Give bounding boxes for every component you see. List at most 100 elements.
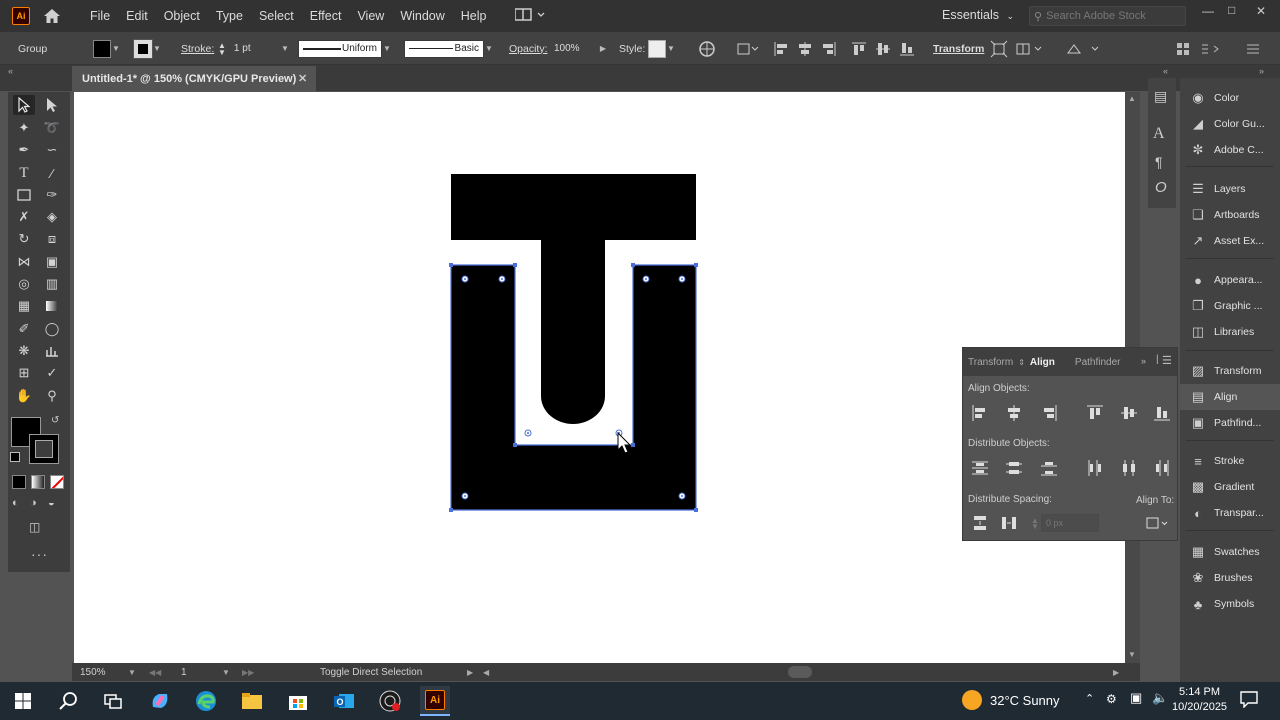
puppet-warp-icon[interactable] bbox=[1066, 32, 1102, 65]
horizontal-scroll-thumb[interactable] bbox=[788, 666, 812, 678]
align-bottom-icon[interactable] bbox=[1153, 404, 1171, 422]
dock-item-swatches[interactable]: ▦ Swatches bbox=[1180, 539, 1280, 565]
chevron-down-icon[interactable]: ▼ bbox=[152, 44, 162, 53]
eraser-tool-icon[interactable]: ◈ bbox=[41, 207, 63, 227]
dock-item-graphic-styles[interactable]: ❐ Graphic ... bbox=[1180, 293, 1280, 319]
panel-menu-icon[interactable] bbox=[1246, 32, 1260, 65]
clock[interactable]: 5:14 PM 10/20/2025 bbox=[1172, 685, 1227, 715]
envelope-icon[interactable] bbox=[1015, 32, 1045, 65]
mesh-tool-icon[interactable]: ▦ bbox=[13, 296, 35, 316]
tab-transform[interactable]: Transform bbox=[963, 357, 1018, 368]
expand-panels-icon[interactable]: » bbox=[1259, 66, 1264, 76]
brush-select[interactable]: Basic bbox=[404, 39, 484, 58]
draw-normal-icon[interactable]: ◐ bbox=[12, 497, 19, 509]
draw-inside-icon[interactable]: ◒ bbox=[48, 497, 55, 509]
t-crossbar[interactable] bbox=[451, 174, 696, 240]
dock-item-transparency[interactable]: ◐ Transpar... bbox=[1180, 500, 1280, 526]
stroke-color-box[interactable] bbox=[29, 434, 59, 464]
tab-stepper-icon[interactable]: ⇕ bbox=[1018, 358, 1025, 367]
chevron-down-icon[interactable]: ▼ bbox=[666, 44, 676, 53]
artboard-tool-icon[interactable]: ⊞ bbox=[13, 363, 35, 383]
dock-item-layers[interactable]: ☰ Layers bbox=[1180, 176, 1280, 202]
align-vcenter-icon[interactable] bbox=[875, 32, 891, 65]
tab-pathfinder[interactable]: Pathfinder bbox=[1070, 357, 1126, 368]
scroll-up-icon[interactable]: ▲ bbox=[1128, 94, 1136, 103]
dock-item-brushes[interactable]: ❀ Brushes bbox=[1180, 565, 1280, 591]
illustrator-taskbar-icon[interactable]: Ai bbox=[420, 686, 450, 716]
menu-type[interactable]: Type bbox=[208, 9, 251, 23]
chevron-down-icon[interactable]: ▼ bbox=[280, 44, 290, 53]
dock-item-artboards[interactable]: ❏ Artboards bbox=[1180, 202, 1280, 228]
stepper-icon[interactable]: ▲ ▼ bbox=[218, 41, 226, 56]
meet-now-icon[interactable]: ⚙ bbox=[1106, 692, 1117, 706]
dock-item-gradient[interactable]: ▩ Gradient bbox=[1180, 474, 1280, 500]
chevron-down-icon[interactable]: ▼ bbox=[222, 668, 230, 677]
spacing-stepper-icon[interactable]: ▲ ▼ bbox=[1031, 517, 1039, 531]
menu-effect[interactable]: Effect bbox=[302, 9, 350, 23]
magic-wand-tool-icon[interactable]: ✦ bbox=[13, 118, 35, 138]
chevron-down-icon[interactable]: ▼ bbox=[111, 44, 121, 53]
align-right-icon[interactable] bbox=[821, 32, 837, 65]
graphic-style-swatch[interactable] bbox=[648, 39, 666, 58]
dock-item-appearance[interactable]: ● Appeara... bbox=[1180, 267, 1280, 293]
align-left-icon[interactable] bbox=[773, 32, 789, 65]
opentype-icon[interactable]: O bbox=[1155, 179, 1167, 196]
scroll-left-icon[interactable]: ◀ bbox=[483, 668, 489, 677]
document-tab[interactable]: Untitled-1* @ 150% (CMYK/GPU Preview) ✕ bbox=[72, 66, 316, 91]
scroll-right-icon[interactable]: ▶ bbox=[1113, 668, 1119, 677]
edge-icon[interactable] bbox=[191, 686, 221, 716]
paintbrush-tool-icon[interactable]: ✑ bbox=[41, 185, 63, 205]
network-icon[interactable]: ▣ bbox=[1130, 690, 1142, 706]
align-to-icon[interactable] bbox=[736, 32, 760, 65]
outlook-icon[interactable]: O bbox=[329, 686, 359, 716]
gradient-tool-icon[interactable] bbox=[41, 296, 63, 316]
dock-item-transform[interactable]: ▨ Transform bbox=[1180, 358, 1280, 384]
eyedropper-tool-icon[interactable]: ✐ bbox=[13, 319, 35, 339]
color-mode-icon[interactable] bbox=[12, 475, 26, 489]
fill-swatch[interactable] bbox=[93, 39, 111, 58]
scale-tool-icon[interactable]: ⧈ bbox=[41, 229, 63, 249]
notifications-icon[interactable] bbox=[1240, 690, 1258, 711]
status-menu-icon[interactable]: ▶ bbox=[467, 668, 473, 677]
windows-start-icon[interactable] bbox=[8, 686, 38, 716]
line-tool-icon[interactable]: ∕ bbox=[41, 163, 63, 183]
column-graph-tool-icon[interactable] bbox=[41, 341, 63, 361]
menu-object[interactable]: Object bbox=[156, 9, 208, 23]
type-tool-icon[interactable]: T bbox=[13, 163, 35, 183]
dock-item-pathfinder[interactable]: ▣ Pathfind... bbox=[1180, 410, 1280, 436]
dock-item-symbols[interactable]: ♣ Symbols bbox=[1180, 591, 1280, 617]
distribute-bottom-icon[interactable] bbox=[1040, 459, 1058, 477]
panel-menu-icon[interactable]: ☰ bbox=[1162, 354, 1172, 367]
menu-view[interactable]: View bbox=[349, 9, 392, 23]
isolate-icon[interactable] bbox=[990, 32, 1008, 65]
zoom-level[interactable]: 150% bbox=[80, 667, 106, 678]
symbol-sprayer-tool-icon[interactable]: ❋ bbox=[13, 341, 35, 361]
artboard-number[interactable]: 1 bbox=[181, 667, 187, 678]
shape-builder-tool-icon[interactable]: ◎ bbox=[13, 274, 35, 294]
opacity-input[interactable]: 100% bbox=[550, 40, 598, 58]
arrange-documents-icon[interactable] bbox=[513, 7, 545, 25]
t-stem[interactable] bbox=[541, 239, 605, 424]
width-tool-icon[interactable]: ⋈ bbox=[13, 252, 35, 272]
dock-item-asset-export[interactable]: ↗ Asset Ex... bbox=[1180, 228, 1280, 254]
align-top-icon[interactable] bbox=[1086, 404, 1104, 422]
perspective-grid-tool-icon[interactable]: ▥ bbox=[41, 274, 63, 294]
close-tab-icon[interactable]: ✕ bbox=[298, 72, 307, 85]
collapse-right-icon[interactable]: « bbox=[1163, 66, 1168, 76]
volume-icon[interactable]: 🔈 bbox=[1152, 690, 1168, 706]
zoom-tool-icon[interactable]: ⚲ bbox=[41, 386, 63, 406]
distribute-top-icon[interactable] bbox=[971, 459, 989, 477]
screen-mode-icon[interactable]: ◫ bbox=[29, 520, 40, 534]
draw-behind-icon[interactable]: ◑ bbox=[30, 497, 37, 509]
panel-grid-icon[interactable] bbox=[1176, 32, 1190, 65]
selection-tool-icon[interactable] bbox=[13, 95, 35, 115]
distribute-hspace-icon[interactable] bbox=[1000, 514, 1018, 532]
stroke-weight-input[interactable]: 1 pt bbox=[230, 40, 280, 58]
home-icon[interactable] bbox=[42, 7, 62, 25]
distribute-vspace-icon[interactable] bbox=[971, 514, 989, 532]
first-artboard-icon[interactable]: ◀◀ bbox=[149, 668, 161, 677]
edit-toolbar-icon[interactable]: ··· bbox=[31, 546, 48, 562]
gradient-mode-icon[interactable] bbox=[31, 475, 45, 489]
paragraph-icon[interactable]: ¶ bbox=[1155, 154, 1163, 170]
microsoft-store-icon[interactable] bbox=[283, 686, 313, 716]
